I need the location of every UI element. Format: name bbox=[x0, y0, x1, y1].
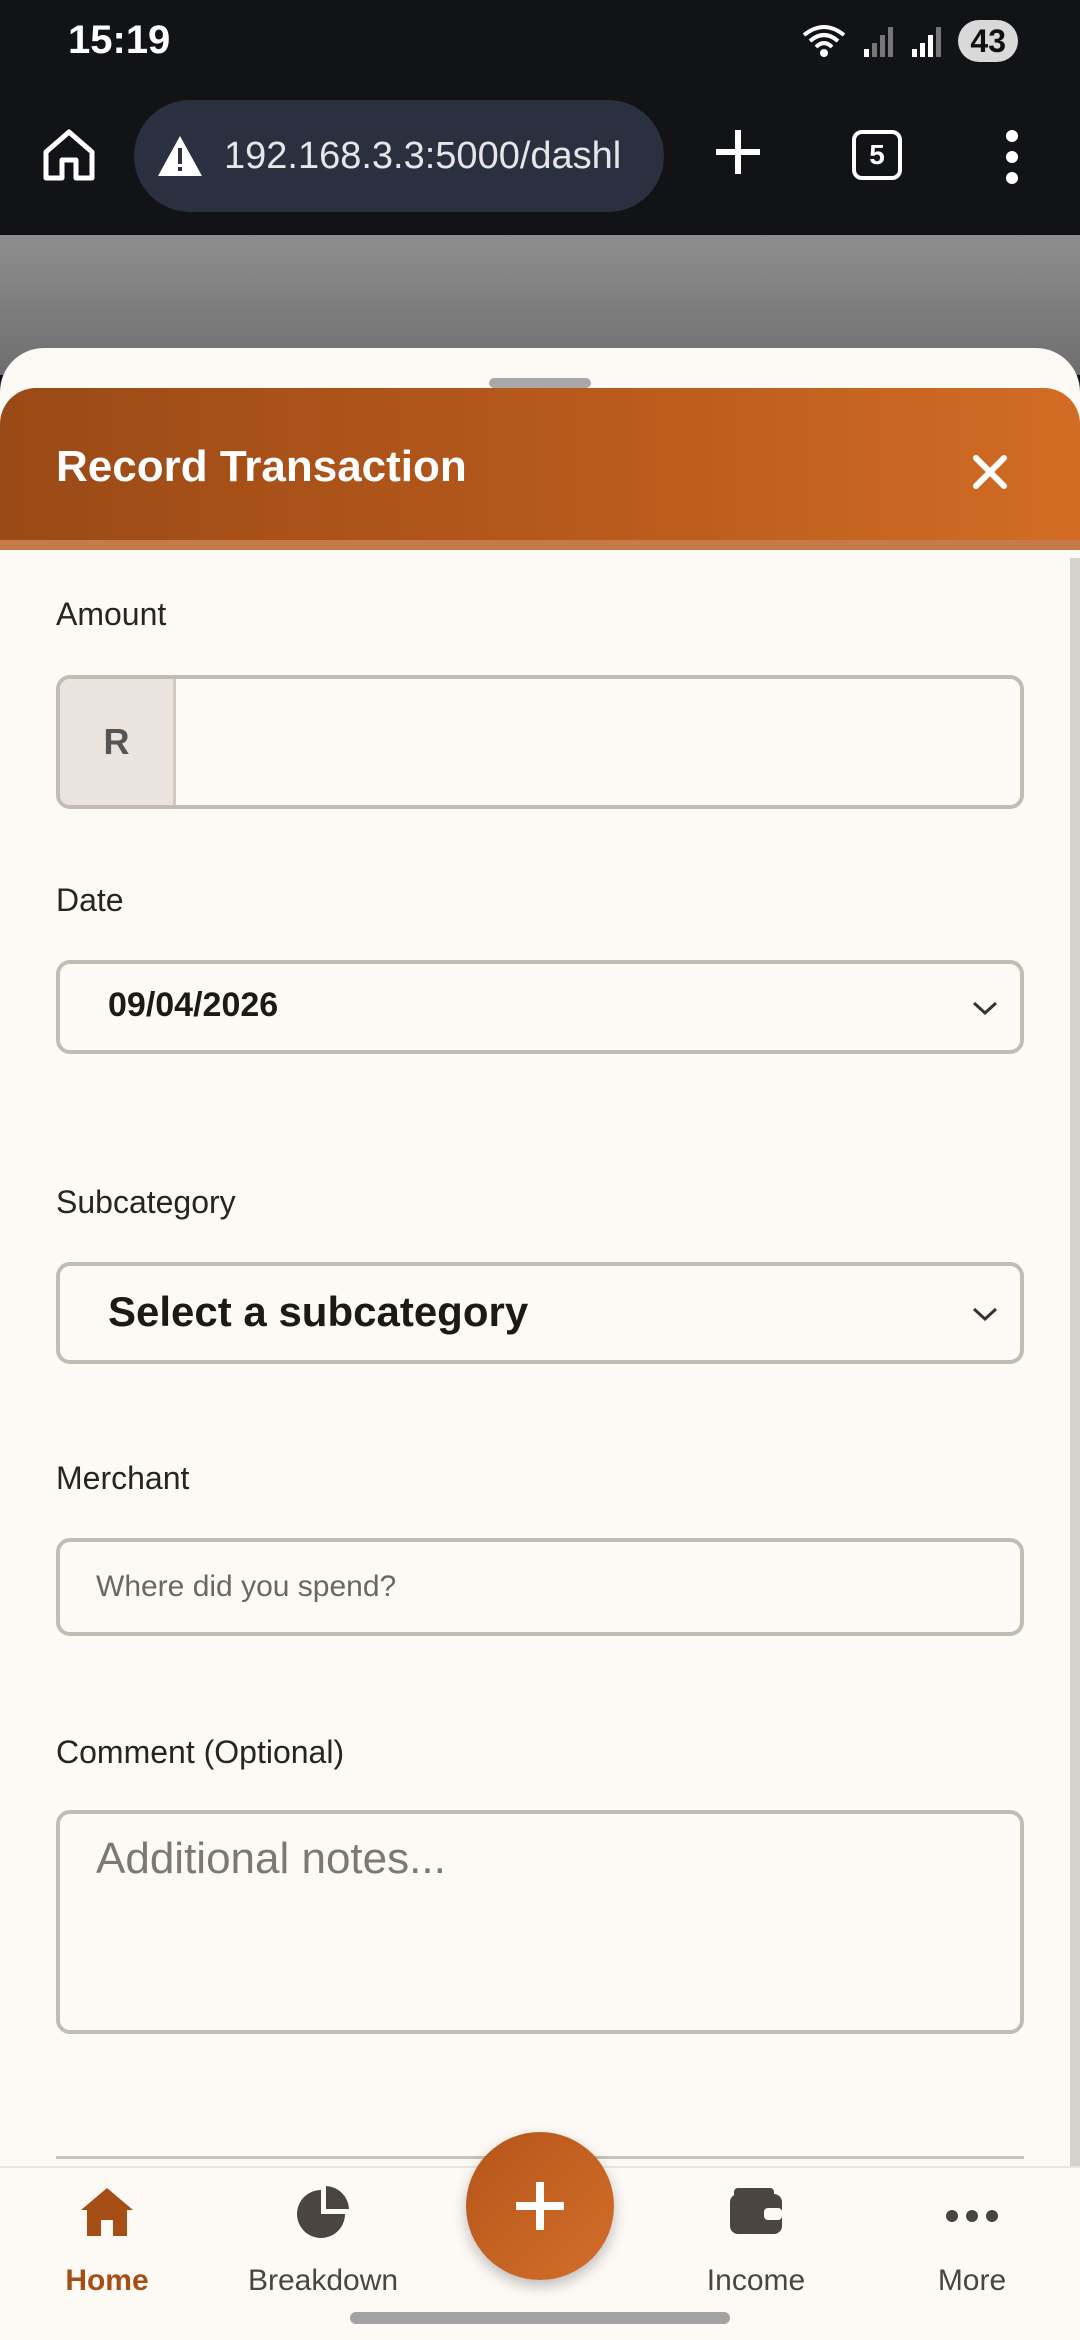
browser-menu-icon[interactable] bbox=[1000, 128, 1024, 186]
url-text[interactable]: 192.168.3.3:5000/dashl bbox=[224, 135, 621, 178]
nav-more-label: More bbox=[937, 2264, 1007, 2297]
nav-income[interactable]: Income bbox=[656, 2168, 856, 2318]
sheet-header: Record Transaction bbox=[0, 388, 1080, 550]
home-icon bbox=[81, 2188, 133, 2236]
chevron-down-icon bbox=[972, 1307, 998, 1322]
tab-switcher-button[interactable]: 5 bbox=[852, 130, 902, 180]
chevron-down-icon bbox=[972, 1001, 998, 1016]
nav-home-label: Home bbox=[65, 2264, 149, 2297]
wallet-icon bbox=[730, 2188, 782, 2234]
nav-more[interactable]: More bbox=[872, 2168, 1072, 2318]
transaction-sheet: Record Transaction Amount R Date 09/04/2… bbox=[0, 348, 1080, 2340]
nav-income-label: Income bbox=[706, 2264, 806, 2297]
pie-chart-icon bbox=[297, 2186, 349, 2238]
address-bar[interactable]: 192.168.3.3:5000/dashl bbox=[134, 100, 664, 212]
subcategory-select[interactable]: Select a subcategory bbox=[56, 1262, 1024, 1364]
comment-placeholder: Additional notes... bbox=[96, 1834, 446, 1883]
nav-breakdown-label: Breakdown bbox=[247, 2264, 399, 2297]
browser-home-icon[interactable] bbox=[38, 124, 100, 186]
warning-icon[interactable] bbox=[156, 134, 204, 178]
nav-breakdown[interactable]: Breakdown bbox=[223, 2168, 423, 2318]
amount-field[interactable]: R bbox=[56, 675, 1024, 809]
status-time: 15:19 bbox=[68, 18, 171, 62]
battery-indicator: 43 bbox=[958, 20, 1018, 62]
subcategory-label: Subcategory bbox=[56, 1184, 236, 1220]
plus-icon bbox=[516, 2182, 564, 2230]
date-value: 09/04/2026 bbox=[108, 986, 279, 1024]
signal-weak-icon bbox=[864, 27, 894, 57]
gesture-home-indicator[interactable] bbox=[350, 2312, 730, 2324]
status-bar: 15:19 43 bbox=[0, 0, 1080, 80]
date-label: Date bbox=[56, 882, 124, 918]
wifi-icon bbox=[803, 25, 846, 57]
close-icon[interactable] bbox=[966, 448, 1014, 496]
currency-prefix: R bbox=[60, 679, 176, 805]
new-tab-icon[interactable] bbox=[712, 126, 764, 178]
date-field[interactable]: 09/04/2026 bbox=[56, 960, 1024, 1054]
status-icons: 43 bbox=[800, 20, 1018, 62]
sheet-title: Record Transaction bbox=[56, 442, 467, 491]
more-dots-icon bbox=[946, 2210, 998, 2222]
browser-toolbar: 192.168.3.3:5000/dashl 5 bbox=[0, 80, 1080, 235]
merchant-input[interactable]: Where did you spend? bbox=[56, 1538, 1024, 1636]
sheet-grab-handle[interactable] bbox=[489, 378, 591, 388]
amount-label: Amount bbox=[56, 596, 167, 632]
signal-icon bbox=[912, 27, 942, 57]
comment-textarea[interactable]: Additional notes... bbox=[56, 1810, 1024, 2034]
comment-label: Comment (Optional) bbox=[56, 1734, 345, 1770]
sheet-scrollbar[interactable] bbox=[1070, 558, 1080, 2198]
merchant-placeholder: Where did you spend? bbox=[96, 1570, 397, 1603]
merchant-label: Merchant bbox=[56, 1460, 190, 1496]
subcategory-selected: Select a subcategory bbox=[108, 1288, 529, 1335]
nav-home[interactable]: Home bbox=[7, 2168, 207, 2318]
add-transaction-button[interactable] bbox=[466, 2132, 614, 2280]
